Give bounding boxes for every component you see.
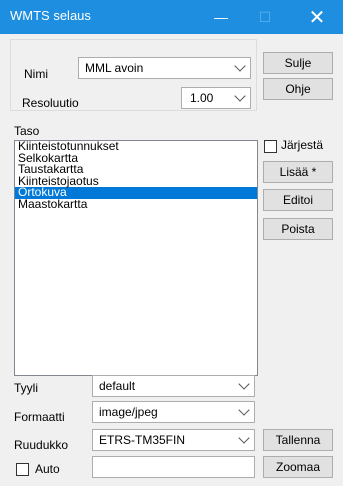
zoomaa-button[interactable]: Zoomaa xyxy=(263,456,333,478)
resoluutio-label: Resoluutio xyxy=(22,96,79,110)
sulje-button[interactable]: Sulje xyxy=(263,52,333,74)
ohje-button[interactable]: Ohje xyxy=(263,78,333,100)
tyyli-label: Tyyli xyxy=(14,381,38,395)
resoluutio-value: 1.00 xyxy=(190,91,214,105)
list-item[interactable]: Maastokartta xyxy=(15,198,257,211)
lisaa-button[interactable]: Lisää * xyxy=(263,161,333,183)
nimi-select[interactable]: MML avoin xyxy=(78,57,251,79)
chevron-down-icon xyxy=(238,378,250,390)
tyyli-select[interactable]: default xyxy=(92,375,255,397)
chevron-down-icon xyxy=(238,404,250,416)
title-bar[interactable]: WMTS selaus — ☐ ✕ xyxy=(0,0,343,34)
chevron-down-icon xyxy=(234,90,246,102)
minimize-icon[interactable]: — xyxy=(200,0,242,34)
editoi-button[interactable]: Editoi xyxy=(263,189,333,211)
poista-button[interactable]: Poista xyxy=(263,218,333,240)
jarjesta-checkbox[interactable] xyxy=(264,140,277,153)
chevron-down-icon xyxy=(238,432,250,444)
ruudukko-value: ETRS-TM35FIN xyxy=(99,433,186,447)
formaatti-label: Formaatti xyxy=(14,410,65,424)
dialog-body: Nimi MML avoin Resoluutio 1.00 Sulje Ohj… xyxy=(0,34,343,486)
tallenna-button[interactable]: Tallenna xyxy=(263,429,333,451)
chevron-down-icon xyxy=(234,60,246,72)
wmts-window: WMTS selaus — ☐ ✕ Nimi MML avoin Resoluu… xyxy=(0,0,343,486)
window-title: WMTS selaus xyxy=(10,8,91,23)
formaatti-select[interactable]: image/jpeg xyxy=(92,401,255,423)
auto-label: Auto xyxy=(35,462,60,476)
zoom-input[interactable] xyxy=(92,456,255,478)
formaatti-value: image/jpeg xyxy=(99,405,158,419)
resoluutio-select[interactable]: 1.00 xyxy=(181,87,251,109)
ruudukko-select[interactable]: ETRS-TM35FIN xyxy=(92,429,255,451)
tyyli-value: default xyxy=(99,379,136,393)
taso-label: Taso xyxy=(14,124,40,138)
layer-list[interactable]: Kiinteistotunnukset Selkokartta Taustaka… xyxy=(14,140,258,376)
auto-checkbox[interactable] xyxy=(16,463,29,476)
nimi-value: MML avoin xyxy=(85,61,144,75)
maximize-icon[interactable]: ☐ xyxy=(244,0,286,34)
close-icon[interactable]: ✕ xyxy=(296,0,338,34)
jarjesta-label: Järjestä xyxy=(281,138,324,152)
ruudukko-label: Ruudukko xyxy=(14,438,69,452)
nimi-label: Nimi xyxy=(24,67,48,81)
